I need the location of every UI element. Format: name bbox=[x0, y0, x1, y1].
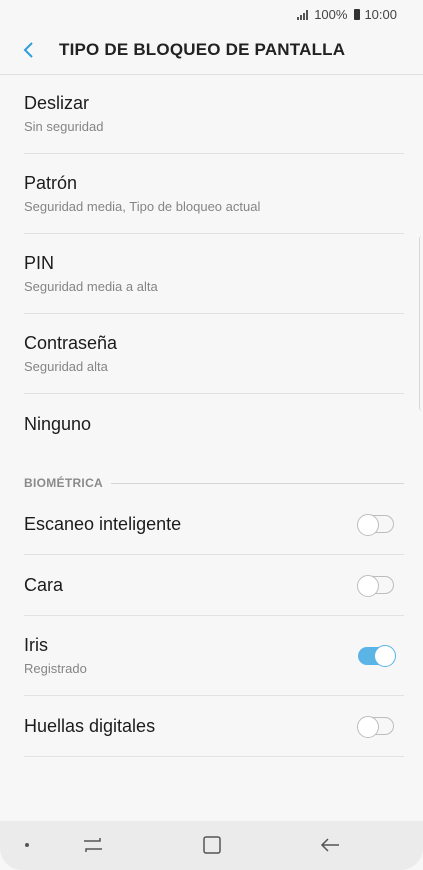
biometric-title: Iris bbox=[24, 635, 48, 655]
navigation-bar bbox=[0, 821, 423, 870]
toggle-switch[interactable] bbox=[358, 645, 396, 667]
biometric-iris[interactable]: Iris Registrado bbox=[24, 616, 404, 696]
biometric-title: Escaneo inteligente bbox=[24, 514, 182, 534]
toggle-switch[interactable] bbox=[357, 716, 394, 738]
chevron-left-icon[interactable] bbox=[20, 38, 42, 62]
option-title: Ninguno bbox=[24, 414, 92, 434]
toggle-knob bbox=[357, 575, 379, 597]
recent-apps-icon[interactable] bbox=[80, 833, 106, 857]
biometric-huellas-digitales[interactable]: Huellas digitales bbox=[24, 696, 404, 757]
lock-type-list: Deslizar Sin seguridad Patrón Seguridad … bbox=[0, 74, 423, 757]
toggle-knob bbox=[357, 514, 379, 536]
toggle-knob bbox=[374, 645, 396, 667]
option-deslizar[interactable]: Deslizar Sin seguridad bbox=[24, 74, 404, 154]
option-patron[interactable]: Patrón Seguridad media, Tipo de bloqueo … bbox=[24, 154, 404, 234]
page-title: TIPO DE BLOQUEO DE PANTALLA bbox=[59, 40, 346, 59]
option-subtitle: Seguridad media a alta bbox=[24, 279, 158, 294]
status-bar: 100% 10:00 bbox=[0, 0, 423, 28]
section-title: BIOMÉTRICA bbox=[24, 476, 111, 490]
option-title: Contraseña bbox=[24, 333, 118, 353]
biometrics-section-header: BIOMÉTRICA bbox=[24, 454, 404, 494]
option-subtitle: Seguridad media, Tipo de bloqueo actual bbox=[24, 199, 261, 214]
biometric-subtitle: Registrado bbox=[24, 661, 87, 676]
biometric-title: Huellas digitales bbox=[24, 716, 156, 736]
option-pin[interactable]: PIN Seguridad media a alta bbox=[24, 234, 404, 314]
toggle-switch[interactable] bbox=[357, 575, 394, 597]
toggle-knob bbox=[357, 716, 379, 738]
battery-icon bbox=[354, 9, 361, 20]
home-icon[interactable] bbox=[199, 833, 225, 857]
option-contrasena[interactable]: Contraseña Seguridad alta bbox=[24, 314, 404, 394]
option-subtitle: Sin seguridad bbox=[24, 119, 104, 134]
biometric-cara[interactable]: Cara bbox=[24, 555, 404, 616]
option-title: PIN bbox=[24, 253, 55, 273]
clock: 10:00 bbox=[364, 7, 397, 22]
back-arrow-icon[interactable] bbox=[318, 833, 344, 857]
option-ninguno[interactable]: Ninguno bbox=[24, 394, 404, 454]
option-title: Deslizar bbox=[24, 93, 90, 113]
option-subtitle: Seguridad alta bbox=[24, 359, 108, 374]
scrollbar[interactable] bbox=[419, 236, 423, 411]
biometric-title: Cara bbox=[24, 575, 64, 595]
option-title: Patrón bbox=[24, 173, 78, 193]
toggle-switch[interactable] bbox=[357, 514, 394, 536]
battery-percent: 100% bbox=[314, 7, 348, 22]
status-right: 100% 10:00 bbox=[297, 7, 397, 22]
biometric-escaneo-inteligente[interactable]: Escaneo inteligente bbox=[24, 494, 404, 555]
dot-icon[interactable] bbox=[14, 833, 40, 857]
signal-icon bbox=[297, 9, 309, 20]
header: TIPO DE BLOQUEO DE PANTALLA bbox=[0, 30, 423, 75]
